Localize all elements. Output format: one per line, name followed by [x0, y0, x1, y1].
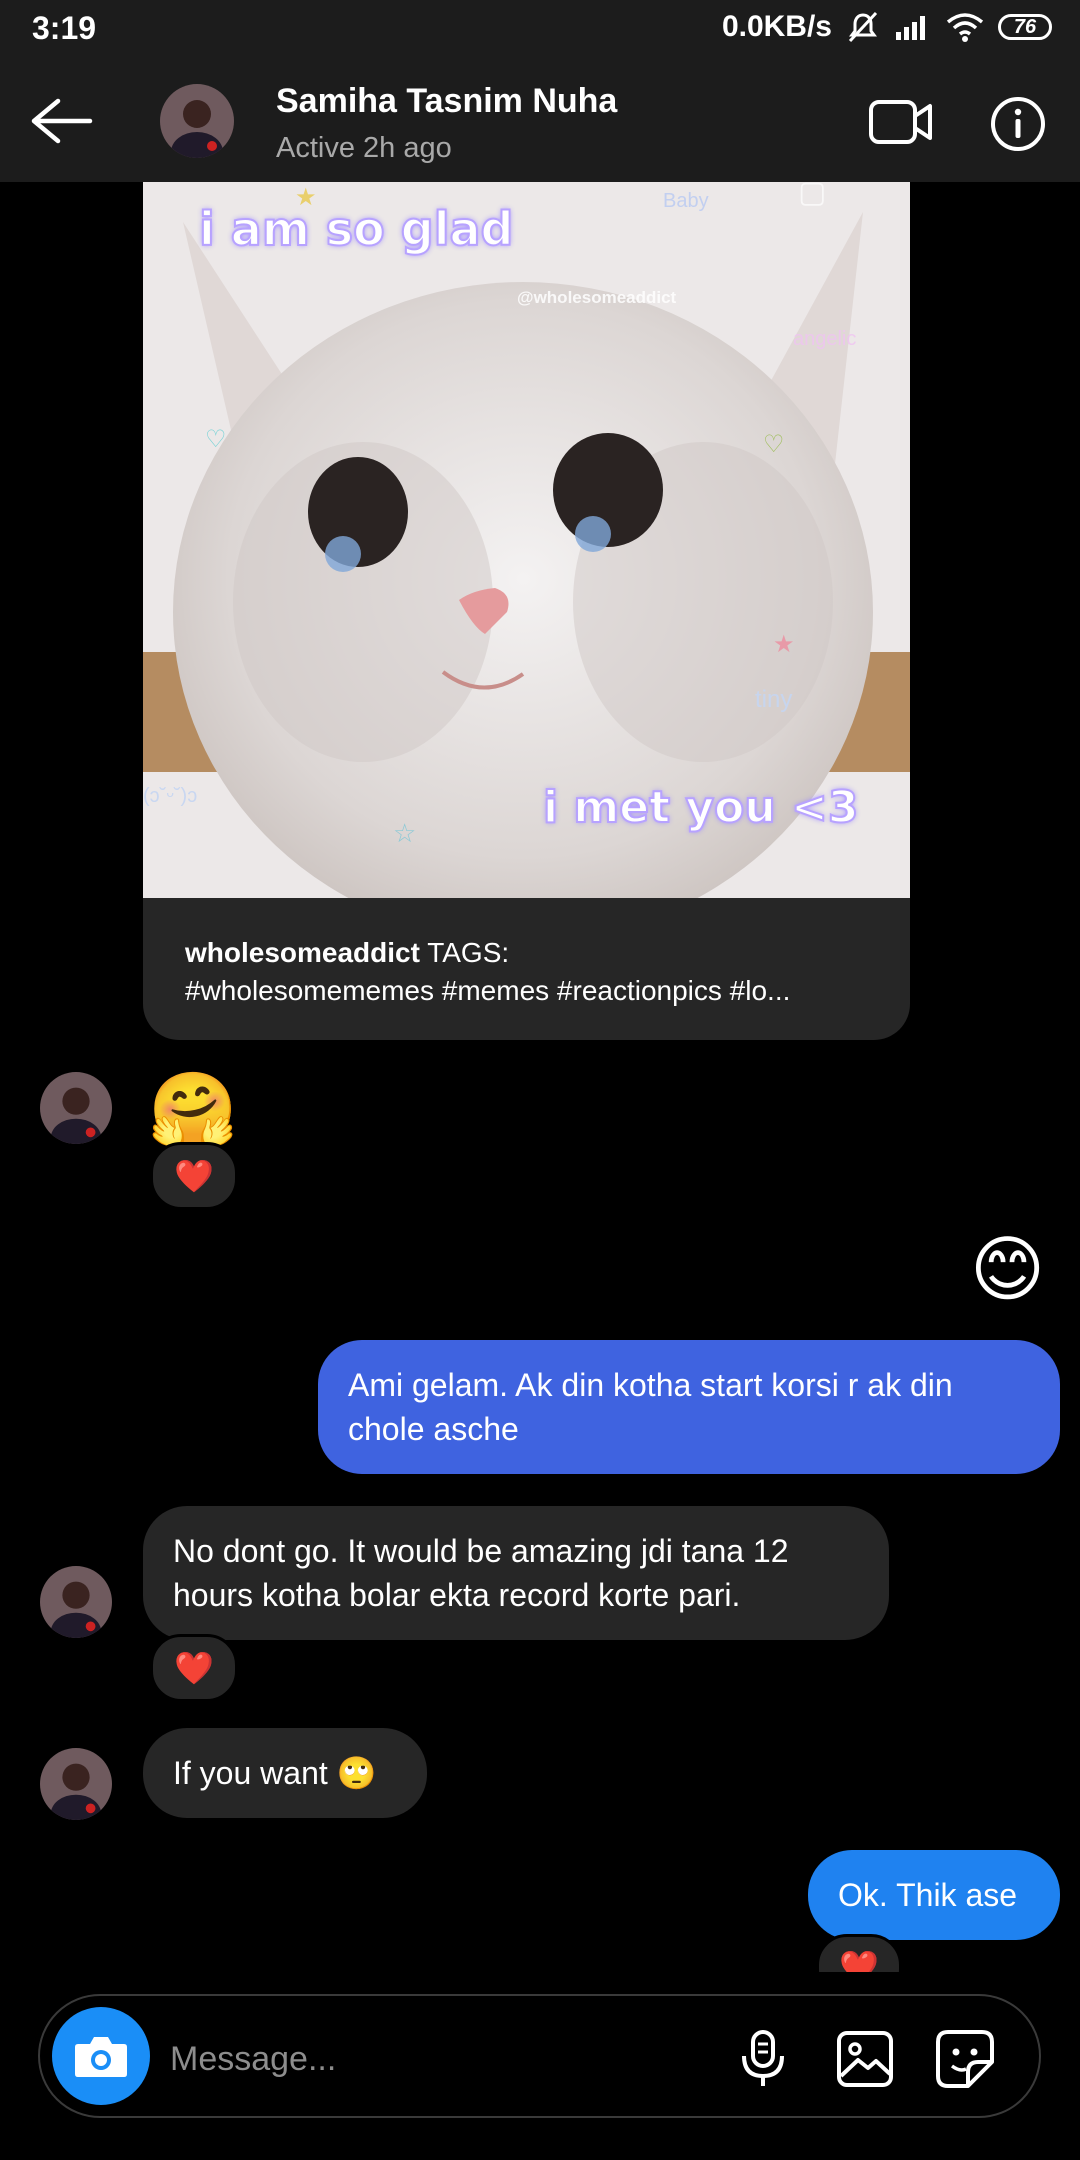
status-icons: 0.0KB/s 76	[722, 10, 1052, 44]
message-bubble-incoming[interactable]: If you want 🙄	[143, 1728, 427, 1818]
message-text: If you want 🙄	[173, 1755, 377, 1791]
message-emoji[interactable]: 😊	[970, 1230, 1045, 1310]
svg-text:tiny: tiny	[755, 686, 792, 713]
image-text-top: i am so glad	[198, 201, 514, 257]
shared-post-image[interactable]: ♡ ♡ ☆ ★ ★ Baby angelic tiny (ɔ˘ᵕ˘)ɔ ▢ i …	[143, 182, 910, 898]
wifi-icon	[946, 13, 984, 42]
contact-active-status: Active 2h ago	[276, 132, 452, 164]
svg-text:angelic: angelic	[793, 328, 856, 350]
battery-icon: 76	[998, 14, 1052, 40]
contact-avatar-small[interactable]	[40, 1748, 112, 1820]
shared-post-card[interactable]: ♡ ♡ ☆ ★ ★ Baby angelic tiny (ɔ˘ᵕ˘)ɔ ▢ i …	[143, 182, 910, 1040]
back-arrow-icon[interactable]	[28, 95, 94, 147]
gallery-icon[interactable]	[834, 2028, 896, 2090]
image-watermark: @wholesomeaddict	[517, 288, 677, 307]
signal-icon	[896, 16, 925, 40]
message-bubble-outgoing[interactable]: Ok. Thik ase	[808, 1850, 1060, 1940]
message-bubble-incoming[interactable]: No dont go. It would be amazing jdi tana…	[143, 1506, 889, 1640]
camera-icon	[75, 2037, 127, 2077]
mute-icon	[848, 11, 878, 43]
image-text-bottom: i met you <3	[542, 781, 859, 834]
status-bar: 3:19 0.0KB/s 76	[0, 0, 1080, 60]
svg-text:Baby: Baby	[663, 190, 709, 212]
message-reaction[interactable]: ❤️	[150, 1634, 238, 1702]
contact-avatar-small[interactable]	[40, 1566, 112, 1638]
video-call-icon[interactable]	[868, 96, 934, 148]
caption-tags: #wholesomememes #memes #reactionpics #lo…	[185, 975, 791, 1006]
heart-reaction-icon: ❤️	[174, 1158, 214, 1194]
message-text: No dont go. It would be amazing jdi tana…	[173, 1533, 789, 1613]
message-input[interactable]	[168, 2028, 712, 2090]
message-emoji[interactable]: 🤗	[148, 1070, 238, 1150]
svg-text:♡: ♡	[763, 431, 785, 458]
sticker-icon[interactable]	[934, 2028, 996, 2090]
contact-name[interactable]: Samiha Tasnim Nuha	[276, 82, 617, 121]
heart-reaction-icon: ❤️	[839, 1949, 879, 1972]
svg-text:★: ★	[773, 631, 795, 658]
message-reaction[interactable]: ❤️	[816, 1934, 902, 1972]
chat-header: Samiha Tasnim Nuha Active 2h ago	[0, 60, 1080, 182]
message-text: Ok. Thik ase	[838, 1877, 1018, 1913]
heart-reaction-icon: ❤️	[174, 1650, 214, 1686]
svg-text:▢: ▢	[798, 182, 826, 209]
shared-post-caption: wholesomeaddict TAGS: #wholesomememes #m…	[185, 934, 875, 1010]
svg-text:(ɔ˘ᵕ˘)ɔ: (ɔ˘ᵕ˘)ɔ	[143, 785, 197, 807]
network-speed: 0.0KB/s	[721, 10, 832, 43]
info-icon[interactable]	[990, 96, 1046, 152]
message-reaction[interactable]: ❤️	[150, 1142, 238, 1210]
contact-avatar[interactable]	[160, 84, 234, 158]
svg-text:☆: ☆	[393, 818, 416, 848]
status-time: 3:19	[32, 10, 97, 46]
camera-button[interactable]	[52, 2007, 150, 2105]
caption-label: TAGS:	[427, 937, 510, 968]
microphone-icon[interactable]	[732, 2028, 794, 2090]
contact-avatar-small[interactable]	[40, 1072, 112, 1144]
message-bubble-outgoing[interactable]: Ami gelam. Ak din kotha start korsi r ak…	[318, 1340, 1060, 1474]
post-username[interactable]: wholesomeaddict	[185, 937, 420, 968]
message-text: Ami gelam. Ak din kotha start korsi r ak…	[348, 1367, 953, 1447]
svg-text:♡: ♡	[205, 426, 227, 453]
